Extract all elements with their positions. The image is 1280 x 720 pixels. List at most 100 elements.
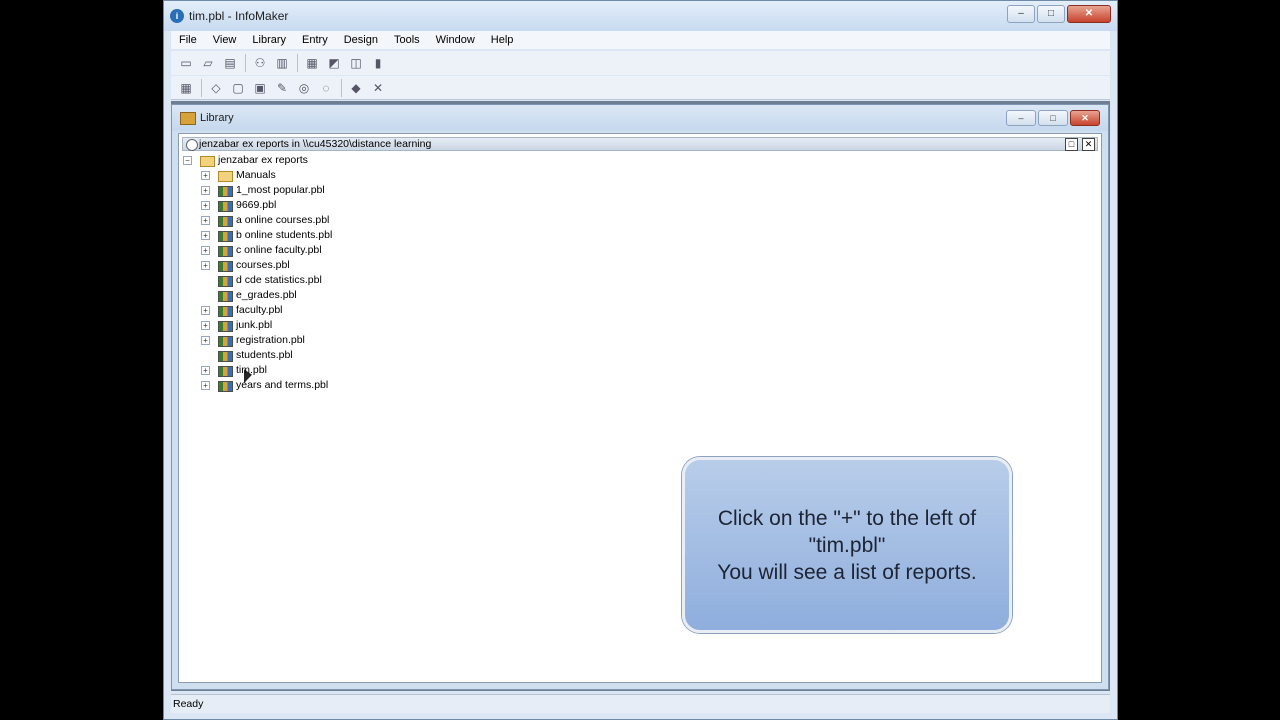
library-title: Library — [200, 112, 234, 124]
status-bar: Ready — [171, 694, 1110, 713]
library-file-icon — [218, 261, 233, 272]
library-path: jenzabar ex reports in \\cu45320\distanc… — [199, 138, 432, 150]
callout-text: Click on the "+" to the left of "tim.pbl… — [717, 506, 977, 584]
report-icon[interactable]: ▦ — [303, 54, 321, 72]
library-file-icon — [218, 336, 233, 347]
package-icon[interactable]: ◆ — [347, 79, 365, 97]
new-icon[interactable]: ▭ — [177, 54, 195, 72]
tree-item-label: d cde statistics.pbl — [236, 274, 322, 286]
expand-icon[interactable]: + — [201, 366, 210, 375]
tree-maximize-button[interactable]: □ — [1065, 138, 1078, 151]
library-file-icon — [218, 201, 233, 212]
library-file-icon — [218, 366, 233, 377]
expand-icon[interactable]: + — [201, 171, 210, 180]
tree-header-controls: □ ✕ — [1065, 138, 1095, 151]
library-file-icon — [218, 351, 233, 362]
library-minimize-button[interactable]: – — [1006, 110, 1036, 126]
tree-item-label: registration.pbl — [236, 334, 305, 346]
menu-entry[interactable]: Entry — [294, 31, 336, 49]
edit-icon[interactable]: ✎ — [273, 79, 291, 97]
library-file-icon — [218, 306, 233, 317]
query-icon[interactable]: ◩ — [325, 54, 343, 72]
toolbar-separator — [341, 78, 342, 97]
instruction-callout: Click on the "+" to the left of "tim.pbl… — [682, 457, 1012, 633]
library-icon[interactable]: ▥ — [273, 54, 291, 72]
library-window-controls: – □ ✕ — [1006, 110, 1100, 126]
library-titlebar[interactable]: Library – □ ✕ — [172, 105, 1108, 131]
library-file-icon — [218, 291, 233, 302]
infomaker-app-icon: i — [170, 9, 184, 23]
menu-bar: File View Library Entry Design Tools Win… — [171, 31, 1110, 49]
tree-item-label: a online courses.pbl — [236, 214, 330, 226]
expand-icon[interactable]: + — [201, 231, 210, 240]
tree-item-label: e_grades.pbl — [236, 289, 297, 301]
expand-icon[interactable]: + — [201, 216, 210, 225]
root-label: jenzabar ex reports — [218, 154, 308, 166]
expand-icon[interactable]: + — [201, 186, 210, 195]
tree-item-label: 1_most popular.pbl — [236, 184, 325, 196]
close-button[interactable]: ✕ — [1067, 5, 1111, 23]
toolbar-separator — [245, 54, 246, 72]
library-file-icon — [218, 216, 233, 227]
close-icon[interactable]: ✕ — [369, 79, 387, 97]
tree-item-label: b online students.pbl — [236, 229, 333, 241]
menu-view[interactable]: View — [205, 31, 245, 49]
main-toolbar: ▭ ▱ ▤ ⚇ ▥ ▦ ◩ ◫ ▮ — [171, 51, 1110, 75]
compare-icon[interactable]: ⚇ — [251, 54, 269, 72]
menu-file[interactable]: File — [171, 31, 205, 49]
grid-icon[interactable]: ▦ — [177, 79, 195, 97]
tree-item-label: c online faculty.pbl — [236, 244, 322, 256]
library-path-header[interactable]: jenzabar ex reports in \\cu45320\distanc… — [182, 137, 1098, 151]
tree-item-label: students.pbl — [236, 349, 293, 361]
folder-icon — [218, 171, 233, 182]
library-restore-button[interactable]: □ — [1038, 110, 1068, 126]
database-icon[interactable]: ◫ — [347, 54, 365, 72]
library-file-icon — [218, 246, 233, 257]
library-file-icon — [218, 381, 233, 392]
expand-icon[interactable]: + — [201, 381, 210, 390]
expand-icon[interactable]: + — [201, 306, 210, 315]
menu-library[interactable]: Library — [244, 31, 294, 49]
folder-open-icon — [200, 156, 215, 167]
library-window-icon — [180, 112, 196, 125]
library-file-icon — [218, 321, 233, 332]
secondary-toolbar: ▦ ◇ ▢ ▣ ✎ ◎ ◌ ◆ ✕ — [171, 76, 1110, 100]
library-file-icon — [218, 186, 233, 197]
tree-close-button[interactable]: ✕ — [1082, 138, 1095, 151]
expand-icon[interactable]: + — [201, 321, 210, 330]
cube-icon[interactable]: ◇ — [207, 79, 225, 97]
tree-item-label: courses.pbl — [236, 259, 290, 271]
tree-item-label: Manuals — [236, 169, 276, 181]
tree-item-label: junk.pbl — [236, 319, 273, 331]
menu-design[interactable]: Design — [336, 31, 386, 49]
window-title: tim.pbl - InfoMaker — [189, 9, 289, 23]
menu-help[interactable]: Help — [483, 31, 522, 49]
library-file-icon — [218, 276, 233, 287]
library-file-icon — [218, 231, 233, 242]
toolbar-separator — [201, 78, 202, 97]
toolbar-separator — [297, 54, 298, 72]
tree-item-label: faculty.pbl — [236, 304, 283, 316]
expand-icon[interactable]: + — [201, 246, 210, 255]
collapse-icon[interactable]: − — [183, 156, 192, 165]
status-text: Ready — [173, 698, 204, 710]
window-titlebar[interactable]: i tim.pbl - InfoMaker – □ ✕ — [164, 1, 1117, 31]
copy-icon[interactable]: ▢ — [229, 79, 247, 97]
open-icon[interactable]: ▱ — [199, 54, 217, 72]
paste-icon[interactable]: ▣ — [251, 79, 269, 97]
expand-icon[interactable]: + — [201, 336, 210, 345]
maximize-button[interactable]: □ — [1037, 5, 1065, 23]
library-close-button[interactable]: ✕ — [1070, 110, 1100, 126]
tree-item-label: 9669.pbl — [236, 199, 277, 211]
workspace-icon — [186, 139, 198, 151]
expand-icon[interactable]: + — [201, 201, 210, 210]
menu-window[interactable]: Window — [428, 31, 483, 49]
preview-icon[interactable]: ◌ — [317, 79, 335, 97]
run-icon[interactable]: ◎ — [295, 79, 313, 97]
menu-tools[interactable]: Tools — [386, 31, 428, 49]
expand-icon[interactable]: + — [201, 261, 210, 270]
minimize-button[interactable]: – — [1007, 5, 1035, 23]
exit-icon[interactable]: ▮ — [369, 54, 387, 72]
window-controls: – □ ✕ — [1007, 5, 1111, 23]
print-preview-icon[interactable]: ▤ — [221, 54, 239, 72]
